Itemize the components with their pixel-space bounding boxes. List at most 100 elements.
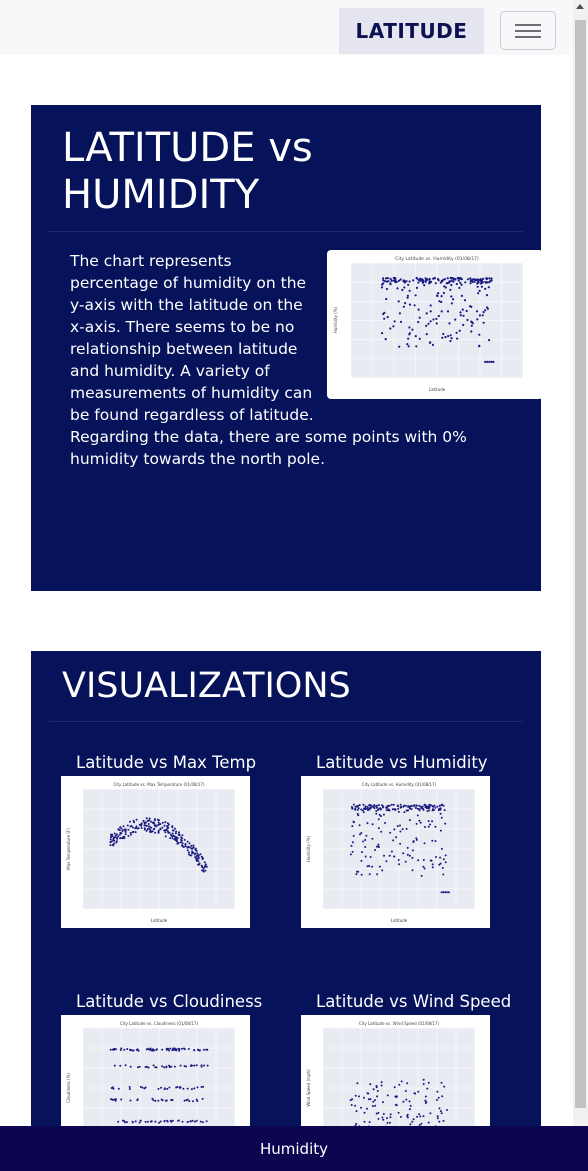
humidity-small-chart-image[interactable]: City Latitude vs. Humidity (01/08/17) La… [301, 776, 490, 928]
scatter-point [416, 1115, 419, 1118]
cloudiness-chart-image[interactable]: City Latitude vs. Cloudiness (01/08/17) … [61, 1015, 250, 1131]
scatter-point [428, 803, 431, 806]
scatter-point [446, 891, 448, 894]
scatter-point [355, 1110, 358, 1113]
scatter-point [402, 1100, 405, 1103]
scroll-up-arrow-icon[interactable] [576, 4, 584, 9]
scatter-point [351, 807, 354, 810]
scatter-point [113, 839, 116, 842]
scatter-point [389, 831, 392, 834]
scatter-point [442, 1119, 445, 1122]
scatter-point [385, 806, 387, 809]
max-temp-chart-image[interactable]: City Latitude vs. Max Temperature (01/08… [61, 776, 250, 928]
scatter-point [449, 339, 452, 343]
scatter-point [378, 846, 380, 849]
scatter-point [191, 850, 194, 853]
scatter-point [454, 318, 457, 321]
scatter-point [466, 318, 469, 322]
scatter-point [440, 295, 443, 298]
scatter-point [375, 810, 378, 813]
scatter-point [435, 317, 438, 320]
scatter-point [478, 344, 481, 347]
scatter-point [161, 821, 164, 824]
scatter-point [376, 804, 378, 807]
scatter-point [161, 826, 164, 829]
scatter-point [395, 836, 398, 839]
scatter-point [111, 843, 114, 846]
scatter-point [480, 285, 483, 288]
scatter-point [372, 1100, 375, 1103]
scatter-point [178, 1049, 181, 1052]
scatter-point [408, 1100, 411, 1103]
scatter-point [122, 1119, 124, 1122]
section-title: VISUALIZATIONS [62, 666, 351, 706]
scatter-point [431, 866, 434, 869]
scatter-point [431, 863, 434, 866]
scatter-point [382, 312, 385, 316]
humidity-chart-image[interactable]: City Latitude vs. Humidity (01/08/17) La… [327, 250, 543, 399]
scatter-point [438, 804, 441, 807]
scatter-point [420, 874, 423, 877]
wind-speed-chart-image[interactable]: City Latitude vs. Wind Speed (01/08/17) … [301, 1015, 490, 1131]
scatter-point [381, 869, 384, 872]
scatter-point [350, 1104, 353, 1106]
scatter-point [143, 824, 146, 827]
chart-title: City Latitude vs. Humidity (01/08/17) [395, 256, 479, 262]
scatter-point [169, 837, 172, 840]
scatter-point [123, 1048, 126, 1051]
scatter-point [399, 842, 402, 845]
scatter-point [471, 280, 474, 283]
scatter-point [197, 863, 199, 866]
scatter-point [135, 826, 138, 829]
scatter-point [386, 1094, 389, 1097]
scatter-point [432, 277, 435, 280]
scatter-point [422, 859, 425, 861]
scatter-point [407, 337, 410, 340]
scatter-point [184, 845, 187, 848]
scatter-point [361, 851, 363, 854]
scatter-point [482, 311, 485, 314]
scatter-point [364, 846, 367, 848]
scatter-point [150, 820, 153, 823]
scatter-point [415, 345, 418, 348]
scatter-point [382, 1101, 384, 1104]
scatter-point [425, 324, 428, 327]
scatter-point [174, 832, 177, 835]
scatter-point [364, 855, 367, 858]
scatter-point [358, 1095, 360, 1098]
scatter-point [470, 305, 473, 308]
scatter-point [431, 839, 434, 842]
scatter-point [421, 279, 424, 282]
chart-title: City Latitude vs. Wind Speed (01/08/17) [359, 1021, 440, 1026]
scatter-point [357, 807, 360, 810]
scatter-point [479, 279, 482, 282]
scrollbar-thumb[interactable] [575, 20, 586, 1108]
scatter-point [437, 279, 440, 282]
scatter-point [154, 831, 157, 834]
scatter-point [191, 852, 194, 855]
scatter-point [452, 280, 455, 283]
scatter-point [163, 1088, 166, 1091]
nav-toggle-button[interactable] [500, 11, 556, 50]
scatter-point [195, 1119, 198, 1122]
scatter-point [478, 333, 481, 336]
scatter-point [171, 1119, 174, 1122]
scatter-point [440, 1081, 443, 1084]
scatter-point [124, 1064, 127, 1067]
scatter-point [487, 286, 490, 289]
scatter-point [165, 1047, 168, 1050]
scatter-point [154, 824, 157, 827]
scatter-point [365, 834, 368, 837]
scatter-point [482, 277, 485, 280]
scatter-point [397, 807, 400, 810]
scatter-point [380, 1081, 383, 1084]
scatter-point [391, 808, 394, 811]
scatter-point [393, 855, 396, 858]
scatter-point [144, 1086, 147, 1089]
scatter-point [492, 360, 495, 363]
scatter-point [437, 809, 440, 812]
nav-brand-latitude[interactable]: LATITUDE [339, 8, 484, 54]
scatter-point [403, 286, 406, 289]
scatter-point [442, 873, 445, 876]
chart-ylabel: Humidity (%) [333, 306, 338, 333]
